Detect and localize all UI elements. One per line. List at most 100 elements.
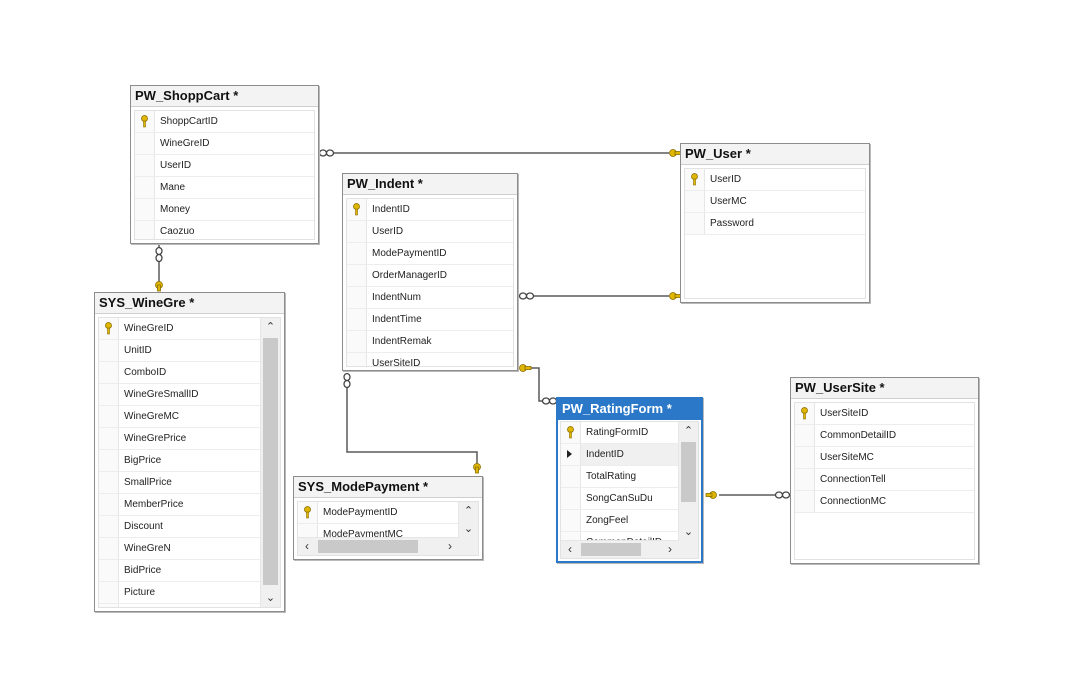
row-selector[interactable] [347, 353, 367, 366]
chevron-down-icon[interactable]: ⌄ [679, 523, 698, 541]
row-selector[interactable] [685, 191, 705, 212]
vertical-scrollbar[interactable]: ⌃ ⌄ [678, 422, 698, 541]
column-row[interactable]: WineGreSmallID [99, 384, 280, 406]
scroll-thumb[interactable] [681, 442, 696, 502]
column-row[interactable]: Picture [99, 582, 280, 604]
column-row[interactable]: UserSiteMC [795, 447, 974, 469]
column-row[interactable]: WineGreID [135, 133, 314, 155]
chevron-down-icon[interactable]: ⌄ [261, 589, 280, 607]
row-selector[interactable] [99, 472, 119, 493]
row-selector[interactable] [99, 604, 119, 607]
table-title[interactable]: SYS_ModePayment * [294, 477, 482, 498]
row-selector[interactable] [347, 309, 367, 330]
row-selector[interactable] [99, 538, 119, 559]
column-row[interactable]: BigPrice [99, 450, 280, 472]
row-selector[interactable] [347, 199, 367, 220]
row-selector[interactable] [561, 444, 581, 465]
row-selector[interactable] [135, 155, 155, 176]
row-selector[interactable] [561, 422, 581, 443]
row-selector[interactable] [347, 221, 367, 242]
column-row[interactable]: WineGreMC [99, 406, 280, 428]
row-selector[interactable] [347, 331, 367, 352]
column-row[interactable]: WineGreN [99, 538, 280, 560]
row-selector[interactable] [685, 169, 705, 190]
row-selector[interactable] [347, 243, 367, 264]
column-row[interactable]: IndentTime [347, 309, 513, 331]
chevron-right-icon[interactable]: › [441, 538, 459, 555]
column-row[interactable]: WineGrePrice [99, 428, 280, 450]
column-row[interactable]: UserSiteID [795, 403, 974, 425]
column-row[interactable]: Quantity [99, 604, 280, 607]
table-title[interactable]: PW_Indent * [343, 174, 517, 195]
column-row[interactable]: UserID [347, 221, 513, 243]
row-selector[interactable] [347, 287, 367, 308]
column-row[interactable]: IndentID [347, 199, 513, 221]
table-title[interactable]: PW_User * [681, 144, 869, 165]
column-row[interactable]: ShoppCartID [135, 111, 314, 133]
column-row[interactable]: CommonDetailID [795, 425, 974, 447]
chevron-right-icon[interactable]: › [661, 541, 679, 558]
row-selector[interactable] [298, 502, 318, 523]
column-row[interactable]: ConnectionTell [795, 469, 974, 491]
row-selector[interactable] [135, 177, 155, 198]
row-selector[interactable] [795, 469, 815, 490]
row-selector[interactable] [99, 340, 119, 361]
column-row[interactable]: MemberPrice [99, 494, 280, 516]
scroll-thumb[interactable] [318, 540, 418, 553]
column-row[interactable]: Password [685, 213, 865, 235]
horizontal-scrollbar[interactable]: ‹ › [561, 540, 679, 558]
row-selector[interactable] [99, 582, 119, 603]
row-selector[interactable] [99, 362, 119, 383]
table-title[interactable]: PW_UserSite * [791, 378, 978, 399]
scroll-thumb[interactable] [263, 338, 278, 585]
row-selector[interactable] [685, 213, 705, 234]
row-selector[interactable] [99, 560, 119, 581]
column-row[interactable]: UserID [135, 155, 314, 177]
row-selector[interactable] [561, 510, 581, 531]
table-pw-user[interactable]: PW_User * UserID UserMC Password [680, 143, 870, 303]
horizontal-scrollbar[interactable]: ‹ › [298, 537, 459, 555]
scroll-thumb[interactable] [581, 543, 641, 556]
column-row[interactable]: ConnectionMC [795, 491, 974, 513]
column-row[interactable]: UserMC [685, 191, 865, 213]
column-row[interactable]: Caozuo [135, 221, 314, 239]
chevron-down-icon[interactable]: ⌄ [459, 520, 478, 538]
row-selector[interactable] [561, 488, 581, 509]
chevron-up-icon[interactable]: ⌃ [261, 318, 280, 336]
chevron-up-icon[interactable]: ⌃ [679, 422, 698, 440]
table-pw-usersite[interactable]: PW_UserSite * UserSiteID CommonDetailID Us… [790, 377, 979, 564]
row-selector[interactable] [99, 494, 119, 515]
row-selector[interactable] [99, 428, 119, 449]
table-title[interactable]: PW_RatingForm * [558, 399, 701, 420]
row-selector[interactable] [99, 516, 119, 537]
table-sys-winegre[interactable]: SYS_WineGre * WineGreID UnitID ComboID Wine… [94, 292, 285, 612]
vertical-scrollbar[interactable]: ⌃ ⌄ [458, 502, 478, 538]
column-row[interactable]: WineGreID [99, 318, 280, 340]
table-title[interactable]: PW_ShoppCart * [131, 86, 318, 107]
chevron-left-icon[interactable]: ‹ [298, 538, 316, 555]
vertical-scrollbar[interactable]: ⌃ ⌄ [260, 318, 280, 607]
row-selector[interactable] [795, 425, 815, 446]
chevron-up-icon[interactable]: ⌃ [459, 502, 478, 520]
table-pw-ratingform[interactable]: PW_RatingForm * RatingFormID IndentID Tota… [556, 397, 703, 563]
table-pw-shoppcart[interactable]: PW_ShoppCart * ShoppCartID WineGreID UserI… [130, 85, 319, 244]
row-selector[interactable] [135, 221, 155, 239]
table-sys-modepayment[interactable]: SYS_ModePayment * ModePaymentID ModePayme… [293, 476, 483, 560]
row-selector[interactable] [99, 318, 119, 339]
column-row[interactable]: SmallPrice [99, 472, 280, 494]
row-selector[interactable] [561, 466, 581, 487]
column-row[interactable]: IndentNum [347, 287, 513, 309]
row-selector[interactable] [795, 447, 815, 468]
column-row[interactable]: UnitID [99, 340, 280, 362]
chevron-left-icon[interactable]: ‹ [561, 541, 579, 558]
row-selector[interactable] [795, 403, 815, 424]
table-pw-indent[interactable]: PW_Indent * IndentID UserID ModePaymentID O… [342, 173, 518, 371]
column-row[interactable]: UserID [685, 169, 865, 191]
column-row[interactable]: ModePaymentID [298, 502, 478, 524]
column-row[interactable]: IndentRemak [347, 331, 513, 353]
column-row[interactable]: UserSiteID [347, 353, 513, 366]
row-selector[interactable] [347, 265, 367, 286]
row-selector[interactable] [135, 111, 155, 132]
row-selector[interactable] [135, 199, 155, 220]
row-selector[interactable] [99, 384, 119, 405]
